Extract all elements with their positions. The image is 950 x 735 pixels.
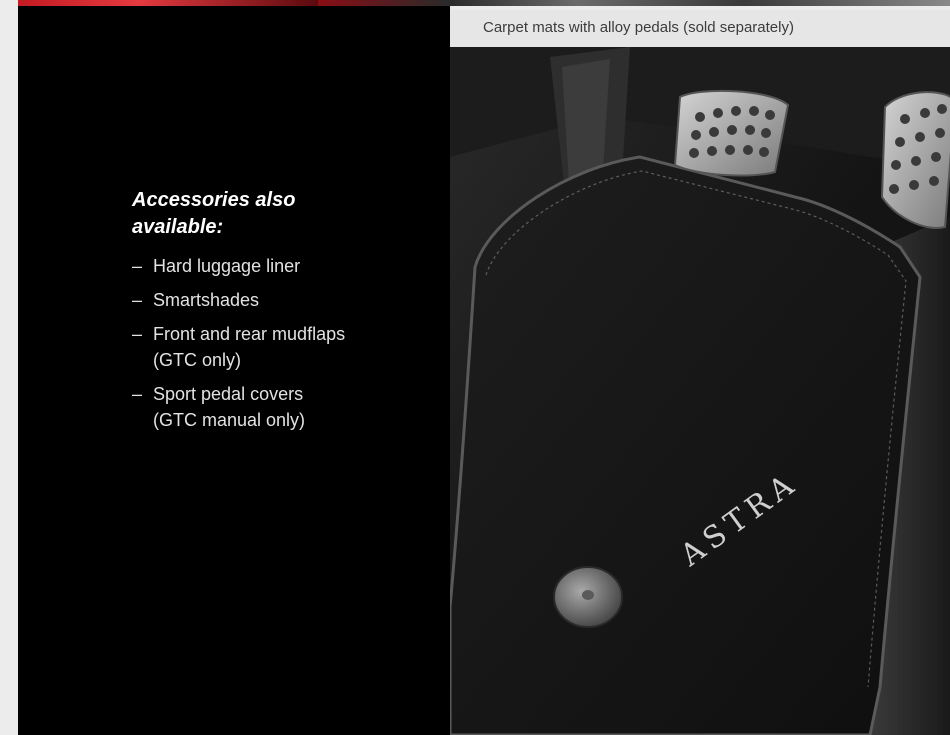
dash-icon: – xyxy=(132,324,143,344)
accessories-panel: Accessories also available: – Hard luggag… xyxy=(18,0,450,735)
dash-icon: – xyxy=(132,384,143,404)
list-item: – Sport pedal covers (GTC manual only) xyxy=(132,381,345,433)
photo-caption: Carpet mats with alloy pedals (sold sepa… xyxy=(483,19,794,36)
list-item: – Smartshades xyxy=(132,287,345,313)
floor-plug xyxy=(553,566,623,628)
list-item: – Front and rear mudflaps (GTC only) xyxy=(132,321,345,373)
list-item: – Hard luggage liner xyxy=(132,253,345,279)
brake-pedal xyxy=(673,89,790,177)
dash-icon: – xyxy=(132,256,143,276)
dash-icon: – xyxy=(132,290,143,310)
accessories-heading: Accessories also available: xyxy=(132,189,296,238)
photo-caption-bar: Carpet mats with alloy pedals (sold sepa… xyxy=(450,10,950,47)
accelerator-pedal xyxy=(880,91,950,229)
carpet-mat-illustration: ASTRA xyxy=(450,47,950,735)
accessories-list: – Hard luggage liner – Smartshades – Front … xyxy=(132,253,345,441)
red-accent-strip xyxy=(18,0,318,6)
carpet-mat-photo: ASTRA xyxy=(450,47,950,735)
